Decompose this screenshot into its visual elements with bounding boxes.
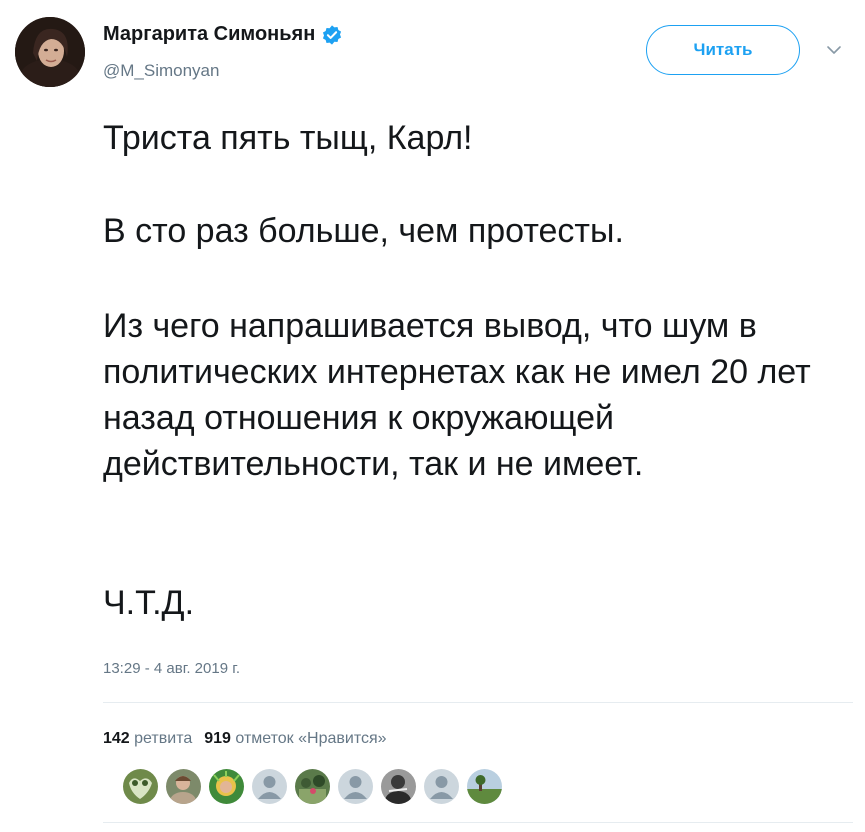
photo-avatar-icon: [467, 769, 502, 804]
liker-avatar[interactable]: [467, 769, 502, 804]
divider: [103, 702, 853, 703]
liker-avatar[interactable]: [209, 769, 244, 804]
liker-avatar[interactable]: [166, 769, 201, 804]
tweet-paragraph: Триста пять тыщ, Карл!: [103, 119, 473, 157]
divider: [103, 822, 853, 823]
author-handle[interactable]: @M_Simonyan: [103, 61, 219, 81]
author-name-row: Маргарита Симоньян: [103, 23, 343, 46]
photo-avatar-icon: [295, 769, 330, 804]
liker-avatar[interactable]: [123, 769, 158, 804]
liker-avatar[interactable]: [295, 769, 330, 804]
liker-avatar[interactable]: [424, 769, 459, 804]
retweets-count: 142: [103, 730, 130, 747]
author-photo-icon: [15, 17, 85, 87]
retweet-stat[interactable]: 142 ретвита: [103, 730, 192, 747]
likes-label: отметок «Нравится»: [235, 730, 387, 747]
photo-avatar-icon: [123, 769, 158, 804]
likes-count: 919: [204, 730, 231, 747]
likes-stat[interactable]: 919 отметок «Нравится»: [204, 730, 386, 747]
follow-button[interactable]: Читать: [646, 25, 800, 75]
default-avatar-icon: [252, 769, 287, 804]
photo-avatar-icon: [381, 769, 416, 804]
liker-avatar[interactable]: [338, 769, 373, 804]
retweets-label: ретвита: [134, 730, 193, 747]
chevron-down-icon[interactable]: [826, 44, 842, 56]
photo-avatar-icon: [209, 769, 244, 804]
photo-avatar-icon: [166, 769, 201, 804]
tweet-stats: 142 ретвита 919 отметок «Нравится»: [103, 730, 387, 748]
tweet-timestamp[interactable]: 13:29 - 4 авг. 2019 г.: [103, 660, 240, 677]
tweet-paragraph: В сто раз больше, чем протесты.: [103, 212, 624, 250]
verified-badge-icon: [323, 24, 342, 45]
liker-avatar[interactable]: [381, 769, 416, 804]
liker-avatars: [123, 769, 502, 804]
tweet-paragraph: Ч.Т.Д.: [103, 584, 195, 622]
tweet-paragraph: Из чего напрашивается вывод, что шум в п…: [103, 307, 811, 483]
liker-avatar[interactable]: [252, 769, 287, 804]
author-avatar[interactable]: [15, 17, 85, 87]
default-avatar-icon: [424, 769, 459, 804]
author-name[interactable]: Маргарита Симоньян: [103, 23, 315, 46]
default-avatar-icon: [338, 769, 373, 804]
